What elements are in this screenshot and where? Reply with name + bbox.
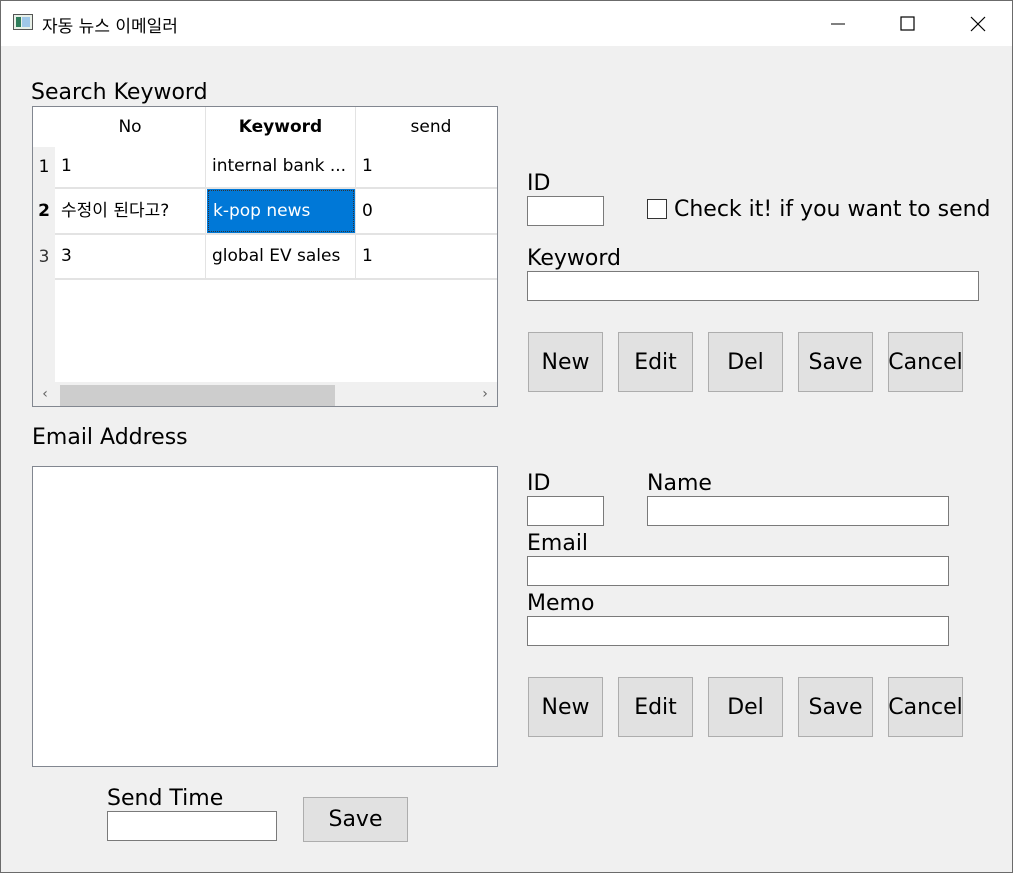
column-divider (205, 107, 206, 278)
grid-cell[interactable]: 1 (356, 144, 497, 188)
email-address-heading: Email Address (32, 425, 188, 450)
grid-cell-selected[interactable]: k-pop news (207, 189, 355, 233)
keyword-id-label: ID (527, 171, 551, 196)
window-title: 자동 뉴스 이메일러 (42, 17, 178, 37)
email-edit-button[interactable]: Edit (618, 677, 693, 737)
title-bar: 자동 뉴스 이메일러 (1, 1, 1012, 46)
email-cancel-button[interactable]: Cancel (888, 677, 963, 737)
keyword-cancel-button[interactable]: Cancel (888, 332, 963, 392)
row-header[interactable]: 1 (33, 147, 55, 188)
scrollbar-thumb[interactable] (60, 385, 335, 406)
minimize-icon (831, 23, 845, 24)
search-keyword-heading: Search Keyword (31, 80, 208, 105)
email-id-label: ID (527, 471, 551, 496)
send-checkbox-label[interactable]: Check it! if you want to send (674, 197, 991, 223)
email-new-button[interactable]: New (528, 677, 603, 737)
keyword-save-button[interactable]: Save (798, 332, 873, 392)
memo-label: Memo (527, 591, 595, 616)
close-icon (970, 16, 986, 31)
row-header[interactable]: 3 (33, 235, 55, 279)
grid-cell[interactable]: global EV sales (206, 234, 355, 278)
send-time-label: Send Time (107, 786, 224, 811)
email-save-button[interactable]: Save (798, 677, 873, 737)
name-label: Name (647, 471, 712, 496)
column-header-send[interactable]: send (356, 107, 497, 147)
keyword-del-button[interactable]: Del (708, 332, 783, 392)
maximize-button[interactable] (873, 1, 943, 46)
column-header-keyword[interactable]: Keyword (206, 107, 355, 147)
email-input[interactable] (527, 556, 949, 586)
keyword-new-button[interactable]: New (528, 332, 603, 392)
keyword-label: Keyword (527, 246, 621, 271)
memo-input[interactable] (527, 616, 949, 646)
minimize-button[interactable] (803, 1, 873, 46)
keyword-edit-button[interactable]: Edit (618, 332, 693, 392)
grid-corner (33, 107, 55, 147)
horizontal-scrollbar[interactable]: ‹ › (33, 382, 497, 406)
grid-cell[interactable]: 1 (356, 234, 497, 278)
column-divider (355, 107, 356, 278)
column-header-no[interactable]: No (55, 107, 205, 147)
app-icon (13, 14, 33, 30)
grid-cell[interactable]: internal bank ... (206, 144, 355, 188)
maximize-icon (900, 15, 915, 31)
email-address-list[interactable] (32, 466, 498, 767)
grid-cell[interactable]: 0 (356, 189, 497, 233)
row-header[interactable]: 2 (33, 189, 55, 233)
scroll-right-icon[interactable]: › (473, 382, 497, 406)
grid-cell[interactable]: 수정이 된다고? (55, 189, 205, 233)
send-checkbox[interactable] (647, 199, 667, 219)
grid-cell[interactable]: 1 (55, 144, 205, 188)
row-divider (55, 278, 497, 280)
keyword-grid[interactable]: No Keyword send 1 1 internal bank ... 1 … (32, 106, 498, 407)
send-time-save-button[interactable]: Save (303, 797, 408, 842)
send-time-input[interactable] (107, 811, 277, 841)
keyword-input[interactable] (527, 271, 979, 301)
email-label: Email (527, 531, 589, 556)
app-window: 자동 뉴스 이메일러 Search Keyword No Keyword sen… (0, 0, 1013, 873)
scroll-left-icon[interactable]: ‹ (33, 382, 57, 406)
keyword-id-input[interactable] (527, 196, 604, 226)
grid-cell[interactable]: 3 (55, 234, 205, 278)
email-id-input[interactable] (527, 496, 604, 526)
email-del-button[interactable]: Del (708, 677, 783, 737)
close-button[interactable] (943, 1, 1013, 46)
name-input[interactable] (647, 496, 949, 526)
